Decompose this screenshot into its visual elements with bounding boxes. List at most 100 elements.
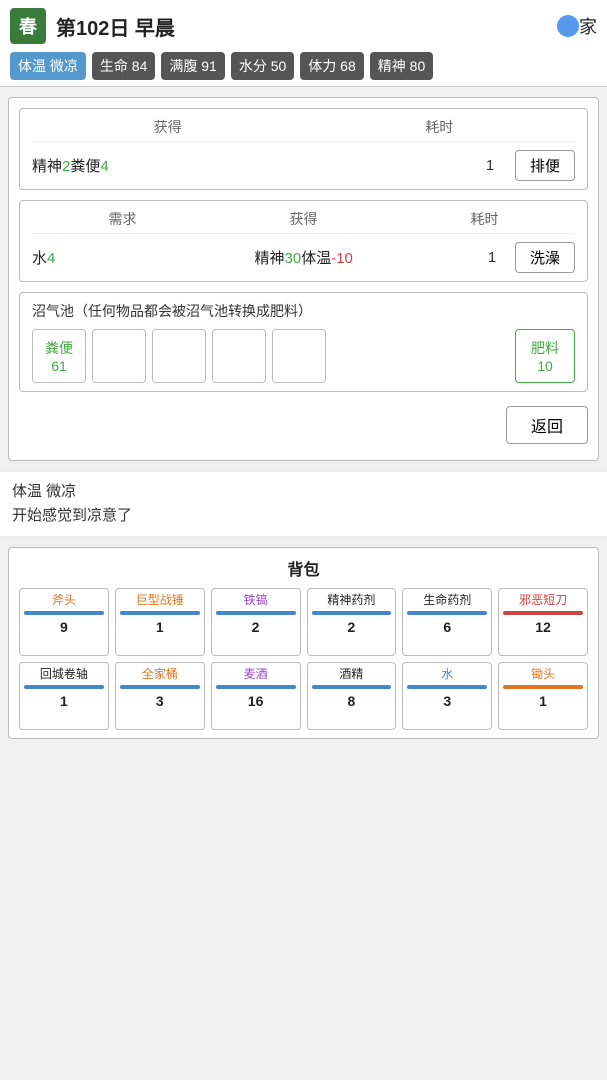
backpack-panel: 背包 斧头9 巨型战锤 1 铁镐 2 精神药剂2生命药剂6 邪恶短刀 12 回城卷轴 1 全家桶 3 麦…: [8, 547, 599, 739]
action2-col-time: 耗时: [471, 209, 499, 229]
biogas-items: 粪便 61 肥料 10: [32, 329, 575, 383]
item-name: 全家桶: [142, 667, 178, 683]
action2-time: 1: [477, 249, 507, 266]
backpack-item[interactable]: 生命药剂6: [402, 588, 492, 656]
action2-col-need: 需求: [109, 209, 137, 229]
item-bar: [503, 611, 583, 615]
action2-col-get: 获得: [290, 209, 318, 229]
item-count: 1: [539, 693, 547, 709]
item-bar: [24, 685, 104, 689]
item-name: 麦酒: [244, 667, 268, 683]
item-name: 水: [441, 667, 453, 683]
item-name: 邪恶短刀: [519, 593, 567, 609]
item-name: 精神药剂: [327, 593, 375, 609]
action1-feces-val: 4: [100, 158, 108, 175]
action2-need: 水4: [32, 247, 247, 268]
item-bar: [120, 685, 200, 689]
stat-badge: 水分 50: [231, 52, 294, 80]
action2-temp-label: 体温: [301, 250, 331, 267]
biogas-panel: 沼气池（任何物品都会被沼气池转换成肥料） 粪便 61 肥料 10: [19, 292, 588, 392]
stat-badge: 生命 84: [92, 52, 155, 80]
biogas-slot-5[interactable]: [272, 329, 326, 383]
item-bar: [312, 611, 392, 615]
defecate-button[interactable]: 排便: [515, 150, 575, 181]
action1-col-get: 获得: [154, 117, 182, 137]
return-button[interactable]: 返回: [506, 406, 588, 444]
item-name: 斧头: [52, 593, 76, 609]
item-name: 回城卷轴: [40, 667, 88, 683]
backpack-item[interactable]: 锄头 1: [498, 662, 588, 730]
item-bar: [120, 611, 200, 615]
stat-badge: 精神 80: [370, 52, 433, 80]
action2-get: 精神30体温-10: [255, 247, 470, 268]
item-count: 16: [248, 693, 264, 709]
biogas-output-count: 10: [537, 358, 553, 374]
status-line1: 体温 微凉: [12, 480, 595, 504]
item-name: 巨型战锤: [136, 593, 184, 609]
biogas-output-label: 肥料: [531, 338, 559, 358]
item-bar: [407, 611, 487, 615]
biogas-slot-1[interactable]: 粪便 61: [32, 329, 86, 383]
stat-badge: 体力 68: [300, 52, 363, 80]
stat-badge: 满腹 91: [161, 52, 224, 80]
item-count: 1: [156, 619, 164, 635]
backpack-title: 背包: [19, 556, 588, 580]
item-count: 6: [443, 619, 451, 635]
action1-description: 精神2粪便4: [32, 155, 465, 176]
stat-badge: 体温 微凉: [10, 52, 86, 80]
action1-feces-label: 粪便: [70, 158, 100, 175]
backpack-item[interactable]: 回城卷轴 1: [19, 662, 109, 730]
backpack-item[interactable]: 铁镐 2: [211, 588, 301, 656]
item-count: 1: [60, 693, 68, 709]
backpack-grid: 斧头9巨型战锤1铁镐2精神药剂2生命药剂6邪恶短刀12回城卷轴1全家桶3麦酒16…: [19, 588, 588, 730]
backpack-item[interactable]: 麦酒 16: [211, 662, 301, 730]
item-bar: [312, 685, 392, 689]
day-title: 第102日 早晨: [56, 12, 547, 41]
action1-spirit-label: 精神: [32, 158, 62, 175]
stats-row: 体温 微凉生命 84满腹 91水分 50体力 68精神 80: [10, 52, 597, 80]
action2-spirit-val: 30: [285, 250, 302, 267]
item-bar: [216, 611, 296, 615]
backpack-item[interactable]: 邪恶短刀 12: [498, 588, 588, 656]
biogas-title: 沼气池（任何物品都会被沼气池转换成肥料）: [32, 301, 575, 321]
backpack-item[interactable]: 酒精8: [307, 662, 397, 730]
backpack-item[interactable]: 全家桶 3: [115, 662, 205, 730]
action1-time: 1: [475, 157, 505, 174]
action2-water-label: 水: [32, 250, 47, 267]
action2-header: 需求 获得 耗时: [32, 209, 575, 234]
main-panel: 获得 耗时 精神2粪便4 1 排便 需求 获得 耗时 水4 精神30体温-10 …: [8, 97, 599, 461]
status-circle: [557, 15, 579, 37]
action-bath-panel: 需求 获得 耗时 水4 精神30体温-10 1 洗澡: [19, 200, 588, 282]
bath-button[interactable]: 洗澡: [515, 242, 575, 273]
action2-water-val: 4: [47, 250, 55, 267]
action1-row: 精神2粪便4 1 排便: [32, 150, 575, 181]
backpack-item[interactable]: 水3: [402, 662, 492, 730]
action2-temp-val: -10: [331, 250, 353, 267]
biogas-output: 肥料 10: [515, 329, 575, 383]
biogas-slot-2[interactable]: [92, 329, 146, 383]
item-name: 酒精: [339, 667, 363, 683]
item-count: 3: [443, 693, 451, 709]
return-row: 返回: [19, 402, 588, 450]
backpack-item[interactable]: 巨型战锤 1: [115, 588, 205, 656]
biogas-slot-4[interactable]: [212, 329, 266, 383]
action2-spirit-label: 精神: [255, 250, 285, 267]
biogas-slot1-name: 粪便: [45, 338, 73, 358]
biogas-slot-3[interactable]: [152, 329, 206, 383]
backpack-item[interactable]: 精神药剂2: [307, 588, 397, 656]
season-badge: 春: [10, 8, 46, 44]
item-name: 铁镐: [244, 593, 268, 609]
home-label: 家: [579, 13, 597, 39]
action-defecate-panel: 获得 耗时 精神2粪便4 1 排便: [19, 108, 588, 190]
status-text: 体温 微凉 开始感觉到凉意了: [0, 471, 607, 537]
item-name: 锄头: [531, 667, 555, 683]
item-bar: [407, 685, 487, 689]
action1-col-time: 耗时: [425, 117, 453, 137]
item-count: 2: [252, 619, 260, 635]
header: 春 第102日 早晨 家 体温 微凉生命 84满腹 91水分 50体力 68精神…: [0, 0, 607, 87]
action2-row: 水4 精神30体温-10 1 洗澡: [32, 242, 575, 273]
item-count: 3: [156, 693, 164, 709]
action1-header: 获得 耗时: [32, 117, 575, 142]
backpack-item[interactable]: 斧头9: [19, 588, 109, 656]
item-count: 12: [535, 619, 551, 635]
